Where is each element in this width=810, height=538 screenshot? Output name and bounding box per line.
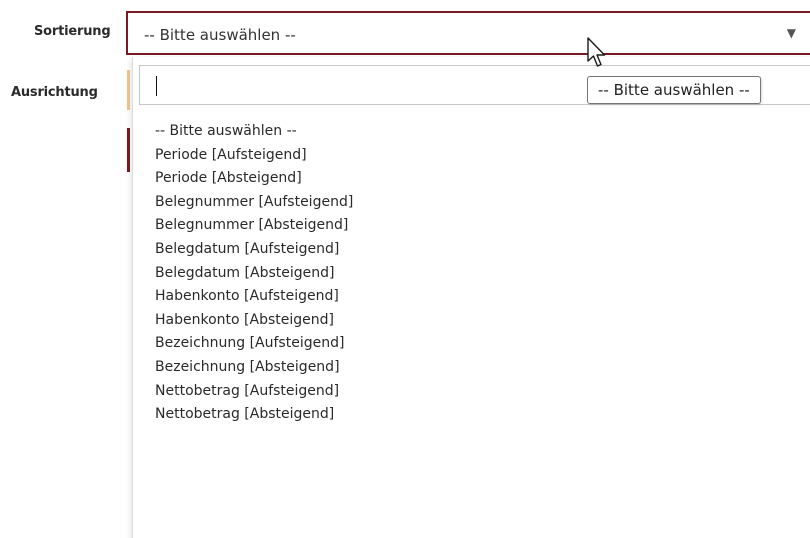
select-current-value: -- Bitte auswählen --	[144, 26, 296, 44]
dropdown-option[interactable]: Bezeichnung [Absteigend]	[133, 356, 353, 380]
dropdown-arrow-icon[interactable]: ▼	[787, 25, 796, 41]
dropdown-panel: -- Bitte auswählen -- -- Bitte auswählen…	[132, 57, 810, 538]
dropdown-option[interactable]: Nettobetrag [Absteigend]	[133, 403, 353, 427]
dropdown-option[interactable]: Belegnummer [Aufsteigend]	[133, 191, 353, 215]
dropdown-option[interactable]: -- Bitte auswählen --	[133, 120, 353, 144]
page: Sortierung Ausrichtung -- Bitte auswähle…	[0, 0, 810, 538]
mouse-pointer-icon	[587, 37, 606, 67]
underlying-field-edge	[127, 128, 130, 172]
dropdown-option[interactable]: Belegnummer [Absteigend]	[133, 214, 353, 238]
dropdown-option[interactable]: Belegdatum [Aufsteigend]	[133, 238, 353, 262]
tooltip: -- Bitte auswählen --	[587, 76, 761, 104]
dropdown-option[interactable]: Belegdatum [Absteigend]	[133, 262, 353, 286]
ausrichtung-label: Ausrichtung	[11, 85, 98, 100]
option-list: -- Bitte auswählen -- Periode [Aufsteigen…	[133, 120, 353, 427]
text-caret	[156, 76, 157, 96]
sortierung-select[interactable]: -- Bitte auswählen -- ▼	[126, 11, 810, 55]
dropdown-option[interactable]: Habenkonto [Absteigend]	[133, 309, 353, 333]
dropdown-option[interactable]: Bezeichnung [Aufsteigend]	[133, 332, 353, 356]
ausrichtung-field-edge	[127, 70, 130, 110]
dropdown-option[interactable]: Habenkonto [Aufsteigend]	[133, 285, 353, 309]
dropdown-option[interactable]: Periode [Absteigend]	[133, 167, 353, 191]
dropdown-option[interactable]: Periode [Aufsteigend]	[133, 144, 353, 168]
dropdown-option[interactable]: Nettobetrag [Aufsteigend]	[133, 380, 353, 404]
sortierung-label: Sortierung	[34, 24, 111, 39]
